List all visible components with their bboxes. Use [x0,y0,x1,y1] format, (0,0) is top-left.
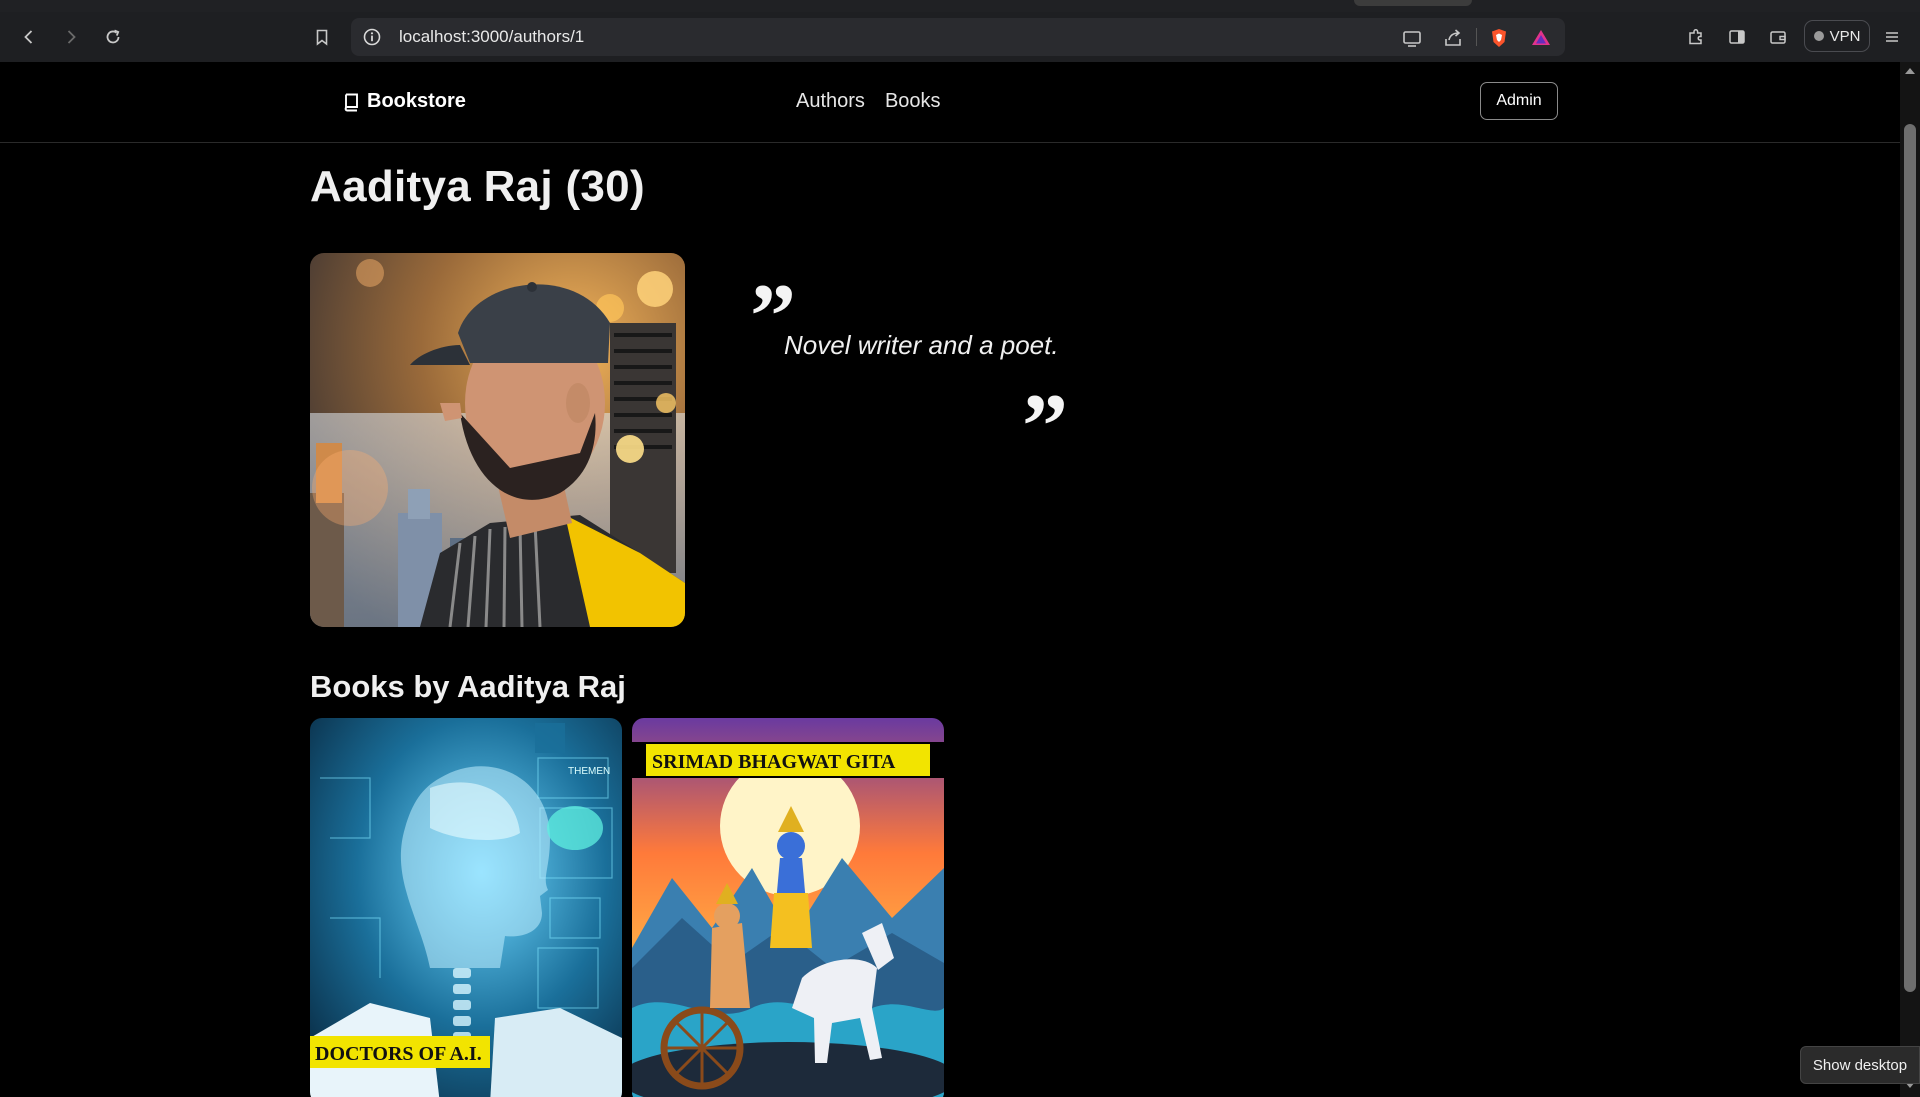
wallet-icon [1770,31,1786,44]
book-icon [344,93,358,111]
nav-link-books[interactable]: Books [885,90,941,113]
extensions-button[interactable] [1681,22,1711,52]
author-portrait-image [310,253,685,627]
reload-button[interactable] [98,22,128,52]
brand-link[interactable]: Bookstore [341,90,466,113]
share-icon[interactable] [1442,27,1464,49]
author-photo [310,253,685,627]
forward-arrow-icon [67,30,76,44]
nav-link-authors[interactable]: Authors [796,90,865,113]
main-menu-button[interactable] [1877,22,1907,52]
sidebar-button[interactable] [1722,22,1752,52]
book-cover-title: DOCTORS OF A.I. [315,1043,482,1065]
book-cover-image: SRIMAD BHAGWAT GITA [632,718,944,1097]
browser-toolbar: localhost:3000/authors/1 VPN [0,12,1920,62]
book-card[interactable]: DOCTORS OF A.I. THEMEN [310,718,622,1097]
vpn-button[interactable]: VPN [1804,20,1870,52]
page-scrollbar[interactable] [1900,62,1920,1097]
brave-shields-icon[interactable] [1488,27,1510,49]
forward-button[interactable] [56,22,86,52]
page-viewport: Bookstore Authors Books Admin Aaditya Ra… [0,62,1900,1097]
address-bar[interactable]: localhost:3000/authors/1 [351,18,1565,56]
tab-strip [0,0,1920,12]
scrollbar-thumb[interactable] [1904,124,1916,992]
brand-name: Bookstore [367,90,466,112]
book-cover-small-text: THEMEN [568,766,610,777]
scroll-up-icon[interactable] [1905,68,1915,74]
active-tab[interactable] [1354,0,1472,6]
book-card[interactable]: SRIMAD BHAGWAT GITA [632,718,944,1097]
reload-icon [106,29,120,44]
vpn-label: VPN [1829,27,1861,45]
book-cover-image: DOCTORS OF A.I. THEMEN [310,718,622,1097]
bookmark-button[interactable] [307,22,337,52]
site-navbar: Bookstore Authors Books Admin [0,62,1900,143]
wallet-button[interactable] [1763,22,1793,52]
back-arrow-icon [24,30,33,44]
hamburger-icon [1886,32,1898,42]
toolbar-divider [1476,28,1477,46]
vpn-status-icon [1813,31,1824,41]
bookmark-icon [316,29,328,46]
open-quote-icon: ” [750,270,796,320]
admin-button[interactable]: Admin [1480,82,1558,120]
site-info-icon[interactable] [362,27,382,47]
url-text[interactable]: localhost:3000/authors/1 [399,18,584,56]
show-desktop-tooltip: Show desktop [1800,1046,1920,1084]
cast-icon[interactable] [1401,27,1423,49]
book-cover-title: SRIMAD BHAGWAT GITA [652,751,896,773]
books-section-heading: Books by Aaditya Raj [310,669,626,704]
main-nav: Authors Books [796,90,941,113]
back-button[interactable] [14,22,44,52]
sidebar-icon [1729,30,1745,44]
page-title: Aaditya Raj (30) [310,162,645,211]
puzzle-icon [1689,28,1702,45]
close-quote-icon: ” [1022,380,1068,430]
brave-rewards-icon[interactable] [1530,27,1552,49]
author-bio: Novel writer and a poet. [784,330,1059,360]
